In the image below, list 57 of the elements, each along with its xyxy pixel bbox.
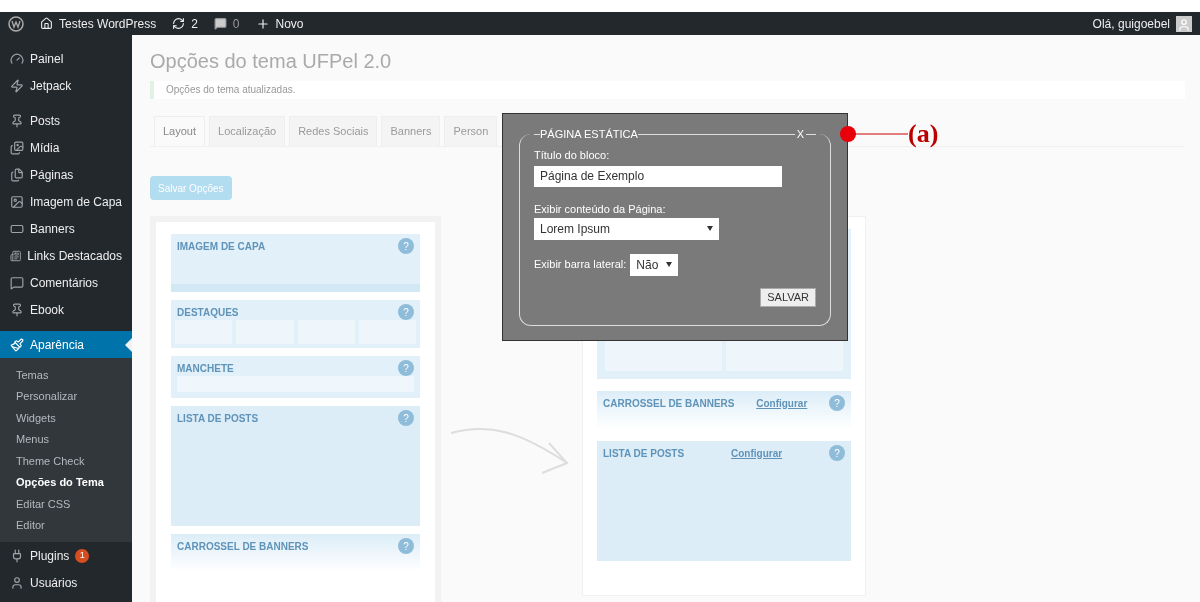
avatar-icon (1176, 15, 1192, 32)
sidebar-item[interactable]: Banners (0, 215, 132, 242)
submenu-item[interactable]: Opções do Tema (0, 471, 132, 493)
site-link[interactable]: Testes WordPress (40, 14, 157, 33)
block-title: MANCHETE (177, 361, 234, 376)
new-link[interactable]: Novo (255, 14, 304, 33)
sidebar-item[interactable]: Comentários (0, 269, 132, 296)
block-title: LISTA DE POSTS (603, 446, 685, 461)
plus-icon (255, 16, 270, 31)
submenu-item[interactable]: Editar CSS (0, 493, 132, 515)
count-badge: 1 (75, 548, 90, 563)
callout-label: (a) (908, 120, 939, 148)
block-title: LISTA DE POSTS (177, 411, 259, 426)
sidebar-item[interactable]: Imagem de Capa (0, 188, 132, 215)
block-title: IMAGEM DE CAPA (177, 239, 266, 254)
dialog-legend: PÁGINA ESTÁTICA (540, 126, 638, 143)
updates-link[interactable]: 2 (172, 14, 198, 33)
field-label: Exibir barra lateral: (534, 257, 627, 273)
submenu-item[interactable]: Personalizar (0, 385, 132, 407)
title-input[interactable]: Página de Exemplo (534, 165, 782, 187)
caret-icon (666, 262, 673, 267)
sidebar-item[interactable]: Painel (0, 45, 132, 72)
submenu-item[interactable]: Menus (0, 428, 132, 450)
submenu-item[interactable]: Widgets (0, 407, 132, 429)
sidebar-item[interactable]: Páginas (0, 161, 132, 188)
sidebar-select[interactable]: Não (630, 253, 679, 276)
refresh-icon (172, 17, 186, 30)
sidebar-item[interactable]: Jetpack (0, 72, 132, 99)
sidebar-item[interactable]: Mídia (0, 134, 132, 161)
field-label: Título do bloco: (534, 147, 611, 163)
submenu-item[interactable]: Editor (0, 514, 132, 536)
submenu-item[interactable]: Temas (0, 364, 132, 386)
sidebar-item[interactable]: Aparência (0, 331, 132, 358)
close-button[interactable]: X (794, 126, 806, 143)
notice: Opções do tema atualizadas. (150, 81, 1185, 99)
block-title: CARROSSEL DE BANNERS (177, 539, 309, 554)
save-button[interactable]: SALVAR (760, 287, 816, 307)
sidebar-item[interactable]: Usuários (0, 569, 132, 596)
logo-icon[interactable] (8, 15, 24, 32)
caret-icon (707, 226, 713, 231)
sidebar-item[interactable]: Posts (0, 107, 132, 134)
sidebar-item[interactable]: Plugins 1 (0, 542, 132, 569)
text-placeholder (358, 320, 416, 344)
block-title: CARROSSEL DE BANNERS (603, 396, 735, 411)
sidebar-item[interactable]: Links Destacados (0, 242, 132, 269)
page-title: Opções do tema UFPel 2.0 (150, 49, 393, 74)
account-link[interactable]: Olá, guigoebel (1092, 14, 1192, 33)
submenu-item[interactable]: Theme Check (0, 450, 132, 472)
content-select[interactable]: Lorem Ipsum (534, 217, 719, 240)
tab[interactable]: Layout (154, 115, 206, 146)
comment-icon (213, 17, 227, 30)
leader-line (840, 126, 908, 142)
field-label: Exibir conteúdo da Página: (534, 202, 667, 217)
home-icon (40, 17, 53, 30)
comments-link[interactable]: 0 (213, 14, 240, 33)
block-title: DESTAQUES (177, 305, 239, 320)
sidebar-item[interactable]: Ebook (0, 296, 132, 323)
